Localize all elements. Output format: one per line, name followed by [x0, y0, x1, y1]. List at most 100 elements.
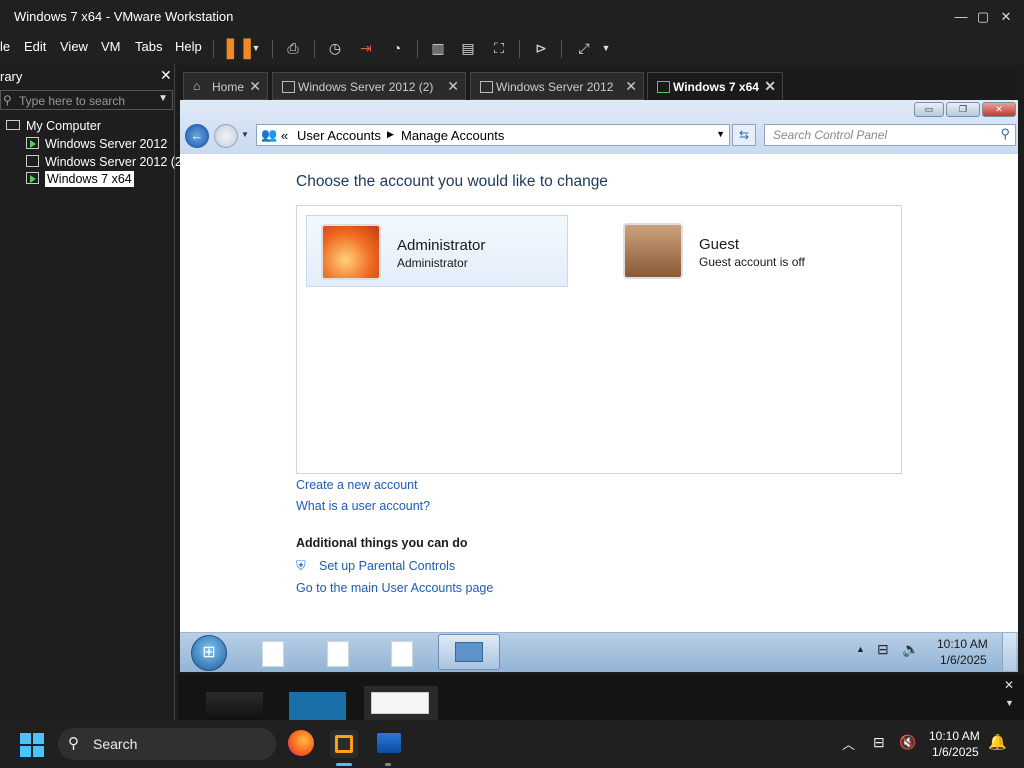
vm-icon: [282, 81, 295, 93]
taskbar-search-box[interactable]: ⚲ Search: [58, 728, 276, 760]
tree-my-computer[interactable]: My Computer: [6, 119, 101, 133]
full-screen-icon[interactable]: ⤢: [572, 37, 596, 59]
taskbar-file-icon[interactable]: [327, 641, 349, 667]
account-administrator[interactable]: Administrator Administrator: [306, 215, 568, 287]
close-button[interactable]: ✕: [995, 6, 1017, 28]
taskbar-file-icon[interactable]: [262, 641, 284, 667]
snapshot-manager-icon[interactable]: ◔: [385, 37, 409, 59]
guest-clock-date[interactable]: 1/6/2025: [940, 653, 987, 667]
create-account-link[interactable]: Create a new account: [296, 478, 418, 492]
show-hidden-icons-icon[interactable]: ▲: [856, 644, 865, 654]
what-is-account-link[interactable]: What is a user account?: [296, 499, 430, 513]
accounts-list: Administrator Administrator Guest Guest …: [296, 205, 902, 474]
host-clock-time[interactable]: 10:10 AM: [929, 729, 980, 743]
chevron-down-icon[interactable]: ▼: [244, 37, 268, 59]
main-user-accounts-link[interactable]: Go to the main User Accounts page: [296, 581, 493, 595]
tree-vm-win7[interactable]: Windows 7 x64: [26, 171, 134, 187]
snapshot-icon[interactable]: ◷: [323, 37, 347, 59]
menu-file[interactable]: le: [0, 39, 10, 54]
minimize-button[interactable]: —: [950, 6, 972, 28]
close-thumbnail-bar-icon[interactable]: ✕: [1004, 678, 1014, 692]
separator: [561, 40, 562, 58]
network-icon[interactable]: ⊟: [877, 641, 889, 658]
close-tab-icon[interactable]: ✕: [447, 78, 459, 95]
guest-close-button[interactable]: ✕: [982, 102, 1016, 117]
tab-home[interactable]: ⌂ Home ✕: [183, 72, 268, 100]
chevron-down-icon[interactable]: ▼: [1005, 698, 1014, 708]
chevron-down-icon[interactable]: ▼: [158, 93, 168, 104]
tab-win7[interactable]: Windows 7 x64 ✕: [647, 72, 783, 100]
pause-icon[interactable]: ❚❚: [222, 37, 256, 59]
menu-vm[interactable]: VM: [101, 39, 121, 54]
tree-label: My Computer: [26, 119, 102, 133]
search-icon[interactable]: ⚲: [1000, 126, 1010, 142]
chevron-down-icon[interactable]: ▼: [241, 130, 249, 139]
menu-tabs[interactable]: Tabs: [135, 39, 162, 54]
library-view-icon[interactable]: ▥: [426, 37, 450, 59]
taskbar-control-panel-button[interactable]: [438, 634, 500, 670]
vm-thumbnail[interactable]: [289, 692, 346, 720]
host-clock-date[interactable]: 1/6/2025: [932, 745, 979, 759]
start-orb-icon[interactable]: ⊞: [191, 635, 227, 671]
refresh-icon[interactable]: ⇆: [732, 124, 756, 146]
account-name: Administrator: [397, 237, 486, 254]
tree-vm-server-2012-2[interactable]: Windows Server 2012 (2): [26, 155, 186, 169]
taskbar-file-icon[interactable]: [391, 641, 413, 667]
address-bar[interactable]: 👥 « User Accounts ▶ Manage Accounts ▼: [256, 124, 730, 146]
volume-icon[interactable]: 🔈: [902, 641, 919, 658]
volume-muted-icon[interactable]: 🔇: [899, 734, 916, 751]
window-title: Windows 7 x64 - VMware Workstation: [14, 9, 234, 24]
menu-view[interactable]: View: [60, 39, 88, 54]
tab-server-2012-2[interactable]: Windows Server 2012 (2) ✕: [272, 72, 466, 100]
chevron-down-icon[interactable]: ▼: [716, 129, 725, 139]
separator: [519, 40, 520, 58]
photos-icon[interactable]: [377, 733, 401, 753]
breadcrumb-manage-accounts[interactable]: Manage Accounts: [401, 128, 504, 143]
search-icon: ⚲: [68, 735, 79, 752]
thumbnail-view-icon[interactable]: ▤: [456, 37, 480, 59]
chevron-up-icon[interactable]: ︿: [842, 734, 855, 753]
maximize-button[interactable]: ▢: [972, 6, 994, 28]
guest-clock-time[interactable]: 10:10 AM: [937, 637, 988, 651]
notification-bell-icon[interactable]: 🔔: [988, 733, 1007, 751]
menu-help[interactable]: Help: [175, 39, 202, 54]
vmware-taskbar-button[interactable]: [330, 730, 358, 758]
tree-vm-server-2012[interactable]: Windows Server 2012: [26, 137, 167, 151]
guest-screen[interactable]: ▭ ❐ ✕ ← ▼ 👥 « User Accounts ▶ Manage Acc…: [180, 100, 1018, 672]
close-library-icon[interactable]: ✕: [160, 67, 172, 84]
guest-restore-button[interactable]: ❐: [946, 102, 980, 117]
firefox-icon[interactable]: [288, 730, 314, 756]
breadcrumb-user-accounts[interactable]: User Accounts: [297, 128, 381, 143]
search-placeholder: Search Control Panel: [773, 128, 888, 142]
send-keys-icon[interactable]: ⎙: [281, 37, 305, 59]
active-indicator: [336, 763, 352, 766]
fit-guest-icon[interactable]: ⛶: [487, 37, 511, 59]
account-guest[interactable]: Guest Guest account is off: [609, 215, 871, 287]
chevron-right-icon[interactable]: ▶: [387, 129, 394, 140]
close-tab-icon[interactable]: ✕: [764, 78, 776, 95]
separator: [417, 40, 418, 58]
library-search-input[interactable]: ⚲ Type here to search ▼: [0, 90, 173, 110]
close-tab-icon[interactable]: ✕: [625, 78, 637, 95]
revert-snapshot-icon[interactable]: ⇥: [354, 37, 378, 59]
parental-controls-link[interactable]: Set up Parental Controls: [319, 559, 455, 573]
tab-server-2012[interactable]: Windows Server 2012 ✕: [470, 72, 644, 100]
network-icon[interactable]: ⊟: [873, 734, 885, 751]
chevron-down-icon[interactable]: ▼: [594, 37, 618, 59]
vm-thumbnail-active[interactable]: [364, 686, 438, 720]
breadcrumb-overflow[interactable]: «: [281, 128, 288, 143]
back-icon[interactable]: ←: [185, 124, 209, 148]
close-tab-icon[interactable]: ✕: [249, 78, 261, 95]
show-desktop-button[interactable]: [1002, 633, 1016, 671]
search-input[interactable]: Search Control Panel ⚲: [764, 124, 1016, 146]
vm-thumbnail[interactable]: [206, 692, 263, 720]
home-icon: ⌂: [193, 79, 201, 93]
guest-minimize-button[interactable]: ▭: [914, 102, 944, 117]
search-label: Search: [93, 736, 138, 752]
windows-start-icon[interactable]: [20, 733, 44, 757]
console-icon[interactable]: ⊳: [529, 37, 553, 59]
menu-edit[interactable]: Edit: [24, 39, 46, 54]
forward-icon[interactable]: [214, 124, 238, 148]
guest-taskbar: ⊞ ▲ ⊟ 🔈 10:10 AM 1/6/2025: [180, 632, 1018, 672]
thumbnail-bar: ✕ ▼: [178, 674, 1024, 720]
